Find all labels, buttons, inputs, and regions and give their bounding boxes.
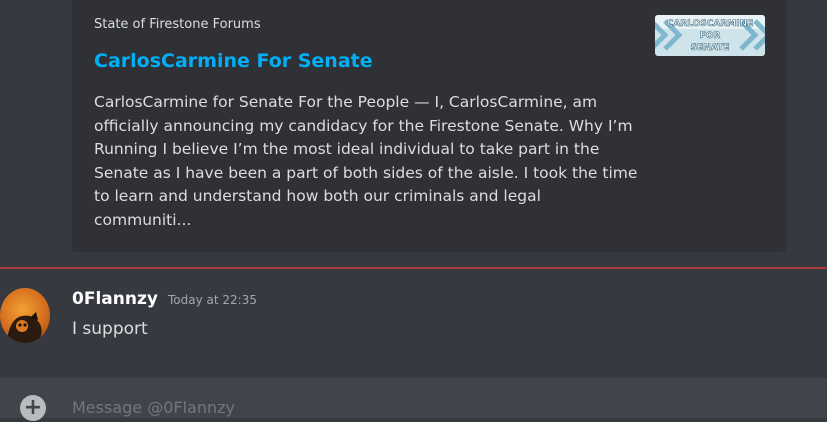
plus-circle-icon[interactable]: + [20, 395, 46, 421]
new-messages-divider [0, 267, 827, 269]
message-text: I support [72, 319, 148, 339]
embed-provider: State of Firestone Forums [94, 17, 261, 32]
message-author[interactable]: 0Flannzy [72, 289, 158, 309]
thumbnail-line-1: CARLOSCARMINE [667, 19, 754, 29]
embed-description: CarlosCarmine for Senate For the People … [94, 93, 638, 229]
message-timestamp: Today at 22:35 [168, 293, 257, 307]
embed-thumbnail[interactable]: CARLOSCARMINE FOR SENATE [655, 15, 765, 56]
embed-title-link[interactable]: CarlosCarmine For Senate [94, 50, 373, 72]
message-input[interactable] [72, 392, 672, 422]
message-composer: + [0, 378, 827, 422]
avatar[interactable] [0, 288, 50, 343]
link-embed: State of Firestone Forums CarlosCarmine … [72, 0, 786, 252]
thumbnail-line-2: FOR [700, 31, 721, 41]
thumbnail-line-3: SENATE [691, 43, 730, 53]
